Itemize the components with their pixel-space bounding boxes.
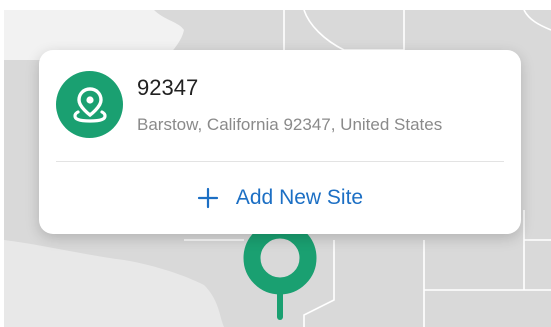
map-pin-icon	[72, 86, 107, 123]
site-icon-badge	[56, 71, 123, 138]
add-new-site-label: Add New Site	[235, 186, 364, 209]
add-new-site-button[interactable]: Add New Site	[39, 162, 521, 234]
site-title: 92347	[137, 75, 199, 100]
map-location-marker[interactable]	[243, 221, 319, 322]
site-address: Barstow, California 92347, United States	[137, 115, 443, 134]
location-marker-icon	[243, 221, 317, 320]
site-popup-card: 92347 Barstow, California 92347, United …	[39, 50, 521, 234]
map-view: 92347 Barstow, California 92347, United …	[0, 0, 551, 327]
plus-icon	[197, 187, 219, 209]
